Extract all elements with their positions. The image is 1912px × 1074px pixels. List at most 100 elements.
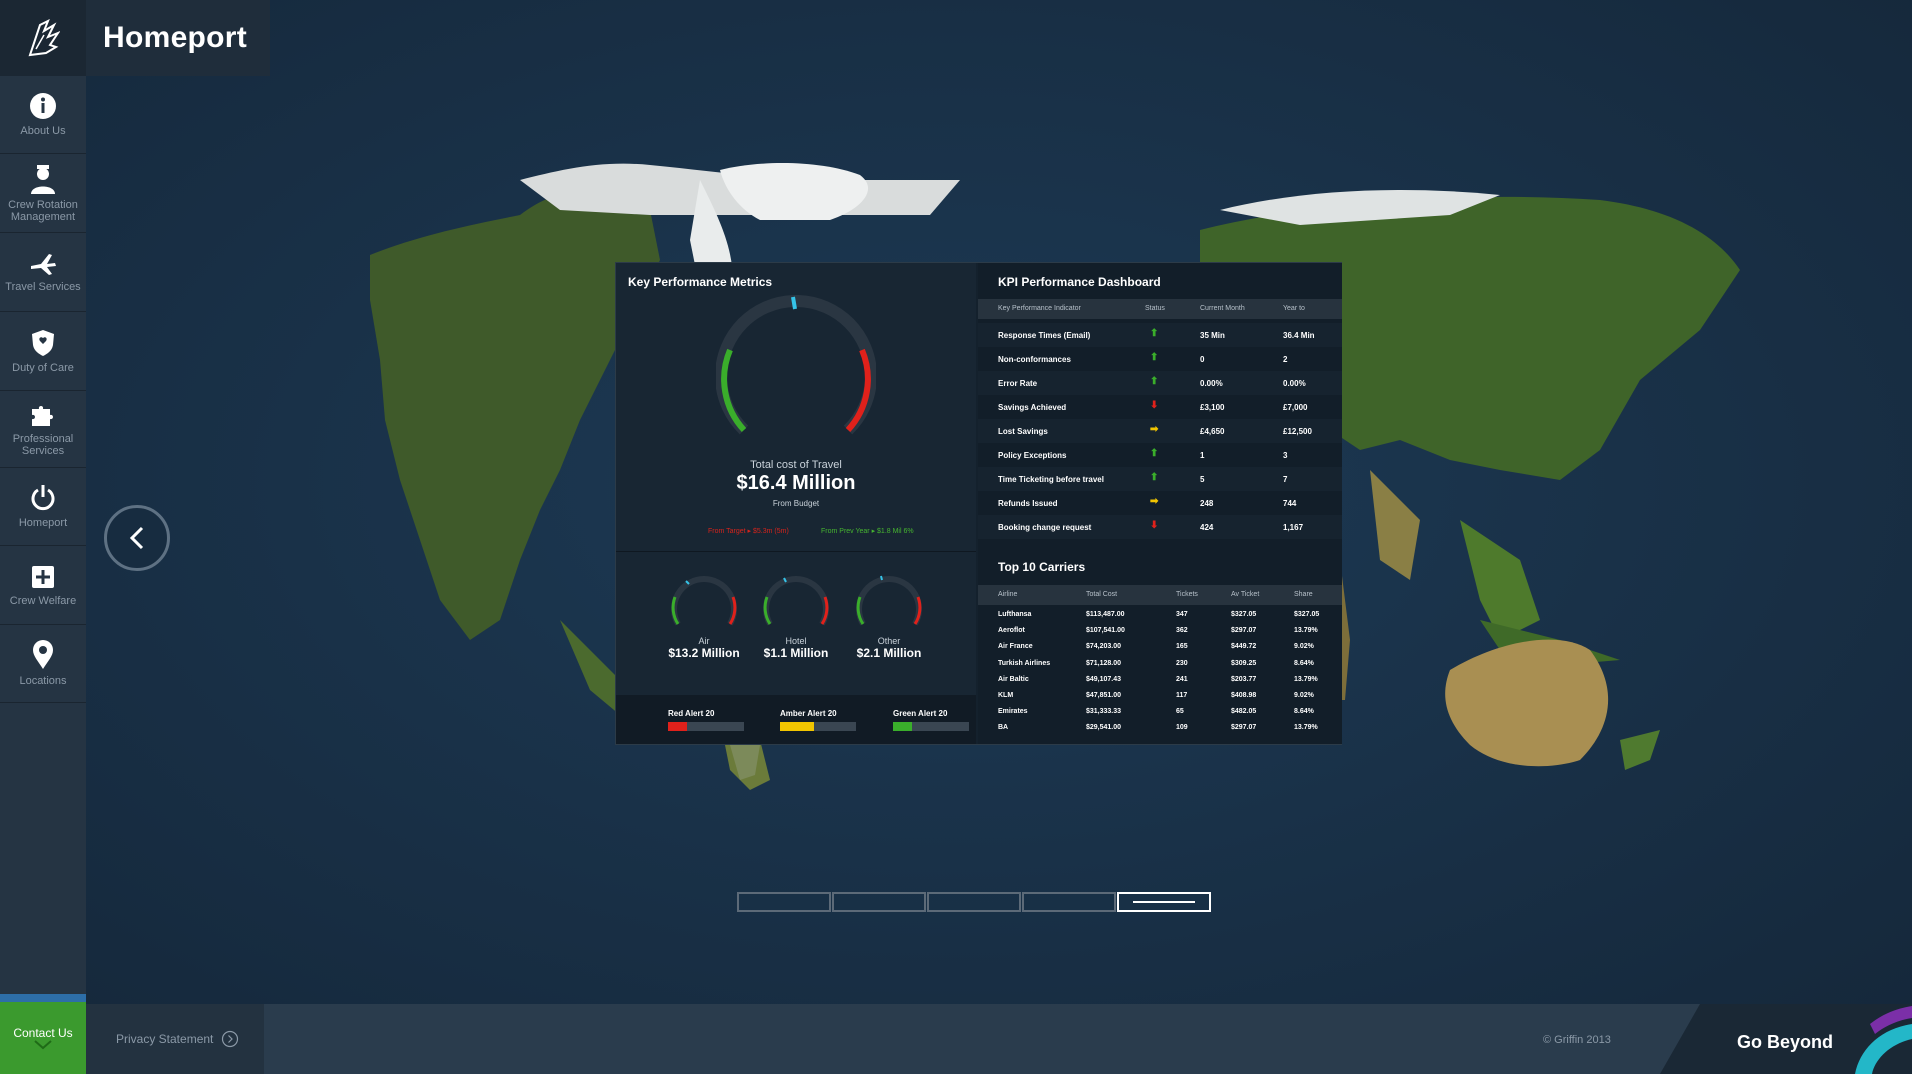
pin-icon	[33, 640, 53, 669]
kpi-name-cell: Booking change request	[998, 523, 1092, 532]
carriers-table-header: Airline Total Cost Tickets Av Ticket Sha…	[978, 585, 1342, 605]
carrier-cell: $29,541.00	[1086, 724, 1122, 732]
contact-strip	[0, 994, 86, 1002]
table-row: Air Baltic $49,107.43 241 $203.77 13.79%	[978, 673, 1342, 689]
carrier-cell: 117	[1176, 692, 1188, 699]
contact-us-button[interactable]: Contact Us	[0, 1002, 86, 1074]
sidebar-item-label: Duty of Care	[12, 362, 74, 374]
status-arrow-icon: ⬆	[1150, 328, 1159, 339]
kpi-name-cell: Time Ticketing before travel	[998, 475, 1104, 484]
table-row: BA $29,541.00 109 $297.07 13.79%	[978, 721, 1342, 737]
sidebar-item-label: Crew Rotation Management	[8, 199, 78, 223]
page-dot[interactable]	[737, 892, 831, 912]
page-dot[interactable]	[1117, 892, 1211, 912]
carrier-cell: $71,128.00	[1086, 659, 1122, 667]
alert-label: Red Alert 20	[668, 709, 715, 718]
kpi-current-cell: 0	[1200, 355, 1205, 364]
sidebar-item-label: Professional Services	[12, 433, 74, 457]
kpi-ytd-cell: 0.00%	[1283, 379, 1306, 388]
kpi-name-cell: Response Times (Email)	[998, 331, 1091, 340]
sidebar-item-locations[interactable]: Locations	[0, 625, 86, 703]
carrier-cell: $49,107.43	[1086, 675, 1122, 683]
status-arrow-icon: ⬆	[1150, 472, 1159, 483]
kpm-title: Key Performance Metrics	[628, 275, 773, 289]
page-title: Homeport	[103, 21, 248, 54]
contact-us-label: Contact Us	[13, 1026, 73, 1040]
carrier-cell: $74,203.00	[1086, 643, 1122, 651]
carrier-cell: $113,487.00	[1086, 611, 1125, 618]
sidebar-item-label: Homeport	[18, 517, 68, 529]
carrier-cell: 65	[1176, 708, 1184, 716]
kpi-current-cell: 35 Min	[1200, 331, 1225, 340]
alert-bar	[780, 722, 856, 731]
page-title-box: Homeport	[86, 0, 270, 76]
sidebar-item-crew-welfare[interactable]: Crew Welfare	[0, 547, 86, 625]
carrier-cell: $327.05	[1231, 611, 1257, 618]
dashboard-panel: Key Performance Metrics Total cost of Tr…	[615, 262, 1342, 745]
kpi-current-cell: 424	[1200, 523, 1214, 532]
carrier-cell: 13.79%	[1294, 724, 1318, 732]
page-dot[interactable]	[832, 892, 926, 912]
status-arrow-icon: ⬆	[1150, 376, 1159, 387]
alert-label: Amber Alert 20	[780, 709, 837, 718]
sidebar-item-crew-rotation[interactable]: Crew Rotation Management	[0, 155, 86, 233]
shield-icon	[32, 330, 54, 356]
griffin-logo[interactable]	[0, 0, 86, 76]
column-header: Current Month	[1200, 305, 1245, 312]
carrier-cell: 109	[1176, 724, 1188, 732]
sidebar-item-homeport[interactable]: Homeport	[0, 468, 86, 546]
air-gauge-dial	[671, 576, 737, 626]
other-gauge: Other $2.1 Million	[834, 569, 944, 660]
carrier-cell: $408.98	[1231, 692, 1257, 699]
amber-alert: Amber Alert 20	[780, 709, 856, 731]
total-cost-label: Total cost of Travel	[750, 459, 842, 471]
privacy-statement-link[interactable]: Privacy Statement	[86, 1004, 264, 1074]
green-alert: Green Alert 20	[893, 709, 969, 731]
column-header: Key Performance Indicator	[998, 305, 1081, 312]
sidebar-item-label: About Us	[20, 125, 66, 137]
table-row: Lufthansa $113,487.00 347 $327.05 $327.05	[978, 608, 1342, 624]
go-beyond-tagline: Go Beyond	[1737, 1032, 1834, 1052]
kpi-dashboard-panel: KPI Performance Dashboard Key Performanc…	[978, 263, 1342, 744]
kpi-current-cell: £3,100	[1200, 403, 1225, 412]
sidebar-item-label: Crew Welfare	[9, 595, 77, 607]
alert-bar	[668, 722, 744, 731]
sidebar-item-travel-services[interactable]: Travel Services	[0, 234, 86, 312]
sidebar-item-label: Travel Services	[5, 281, 81, 293]
carrier-cell: 230	[1176, 659, 1188, 667]
kpi-title: KPI Performance Dashboard	[998, 275, 1161, 289]
column-header: Av Ticket	[1231, 591, 1260, 598]
carrier-cell: $297.07	[1231, 724, 1257, 732]
carrier-cell: $107,541.00	[1086, 627, 1125, 635]
status-arrow-icon: ⬆	[1150, 352, 1159, 363]
carrier-cell: $482.05	[1231, 708, 1257, 716]
carrier-cell: 165	[1176, 643, 1188, 651]
carrier-cell: Aeroflot	[998, 627, 1025, 635]
column-header: Tickets	[1176, 591, 1198, 598]
alert-bar	[893, 722, 969, 731]
sidebar-item-duty-of-care[interactable]: Duty of Care	[0, 313, 86, 391]
kpi-name-cell: Lost Savings	[998, 427, 1048, 436]
carrier-cell: 9.02%	[1294, 643, 1314, 651]
sidebar-item-label: Locations	[19, 675, 67, 687]
kpi-current-cell: 0.00%	[1200, 379, 1223, 388]
puzzle-icon	[32, 406, 53, 426]
back-button[interactable]	[104, 505, 170, 571]
kpi-ytd-cell: £12,500	[1283, 427, 1312, 436]
carrier-cell: Air France	[998, 643, 1033, 651]
carrier-cell: 362	[1176, 627, 1188, 635]
status-arrow-icon: ⬇	[1150, 520, 1159, 531]
page-dot[interactable]	[1022, 892, 1116, 912]
sidebar: About Us Crew Rotation Management Travel…	[0, 0, 86, 1074]
kpi-ytd-cell: 2	[1283, 355, 1288, 364]
carrier-cell: 347	[1176, 611, 1188, 618]
from-budget-label: From Budget	[772, 499, 820, 508]
column-header: Year to	[1283, 305, 1305, 312]
page-dot[interactable]	[927, 892, 1021, 912]
carrier-cell: KLM	[998, 692, 1014, 699]
sidebar-item-about-us[interactable]: About Us	[0, 76, 86, 154]
table-row: Refunds Issued 248 744 ➡	[978, 491, 1342, 515]
hotel-gauge-dial	[763, 576, 829, 626]
kpi-ytd-cell: 7	[1283, 475, 1288, 484]
sidebar-item-professional-services[interactable]: Professional Services	[0, 390, 86, 468]
